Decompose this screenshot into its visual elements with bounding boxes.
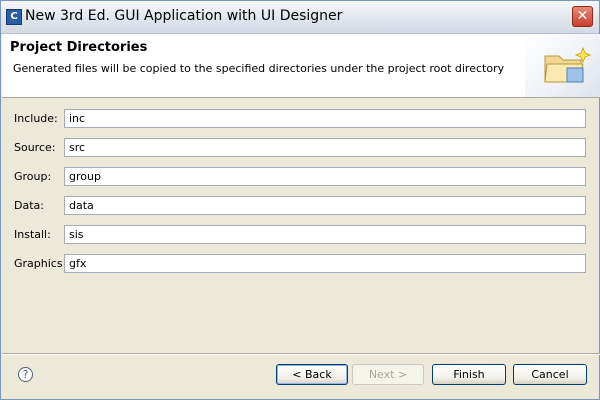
app-icon: C [6, 9, 22, 25]
group-label: Group: [14, 170, 52, 183]
cancel-button[interactable]: Cancel [513, 364, 587, 385]
header-banner: Project Directories Generated files will… [2, 34, 600, 98]
back-button[interactable]: < Back [276, 364, 348, 385]
data-label: Data: [14, 199, 44, 212]
source-row: Source: [1, 138, 600, 158]
graphics-row: Graphics: [1, 254, 600, 274]
group-row: Group: [1, 167, 600, 187]
window-title: New 3rd Ed. GUI Application with UI Desi… [25, 8, 343, 24]
install-row: Install: [1, 225, 600, 245]
title-bar[interactable]: C New 3rd Ed. GUI Application with UI De… [1, 1, 599, 34]
group-field[interactable] [64, 167, 586, 186]
graphics-field[interactable] [64, 254, 586, 273]
next-button: Next > [352, 364, 424, 385]
include-label: Include: [14, 112, 58, 125]
data-row: Data: [1, 196, 600, 216]
install-field[interactable] [64, 225, 586, 244]
source-label: Source: [14, 141, 56, 154]
data-field[interactable] [64, 196, 586, 215]
install-label: Install: [14, 228, 51, 241]
include-field[interactable] [64, 109, 586, 128]
wizard-dialog: C New 3rd Ed. GUI Application with UI De… [0, 0, 600, 400]
include-row: Include: [1, 109, 600, 129]
finish-button[interactable]: Finish [432, 364, 506, 385]
close-button[interactable]: ✕ [572, 6, 593, 27]
page-description: Generated files will be copied to the sp… [13, 62, 505, 75]
footer-separator [2, 353, 600, 355]
graphics-label: Graphics: [14, 257, 67, 270]
source-field[interactable] [64, 138, 586, 157]
help-icon[interactable]: ? [18, 367, 33, 382]
page-title: Project Directories [10, 40, 148, 55]
folder-sparkle-icon [525, 34, 600, 97]
